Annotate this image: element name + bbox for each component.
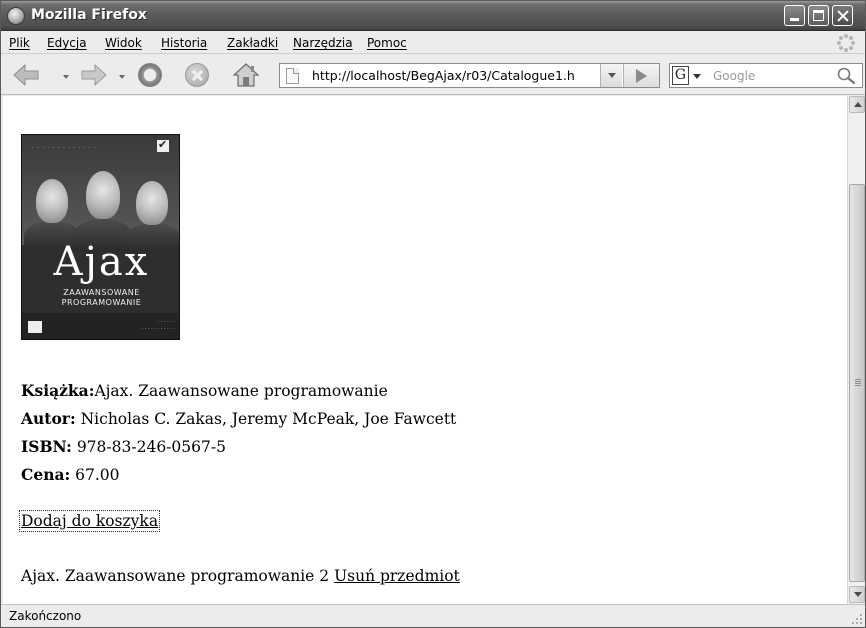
back-arrow-icon[interactable]	[13, 64, 39, 86]
book-author-row: Autor: Nicholas C. Zakas, Jeremy McPeak,…	[21, 405, 456, 433]
close-button[interactable]	[832, 5, 853, 26]
menu-narzedzia[interactable]: Narzędzia	[293, 36, 353, 50]
page-content: · · · · · · · · · · · · · Ajax ZAAWANSOW…	[3, 96, 847, 604]
publisher-logo	[28, 321, 42, 333]
url-input[interactable]: http://localhost/BegAjax/r03/Catalogue1.…	[312, 68, 602, 83]
author-photo	[36, 179, 68, 223]
back-dropdown-icon[interactable]	[63, 75, 69, 79]
search-icon[interactable]	[832, 65, 860, 86]
cover-subtitle: ZAAWANSOWANE PROGRAMOWANIE	[61, 288, 142, 307]
maximize-button[interactable]	[808, 5, 829, 26]
check-icon	[157, 138, 169, 152]
cart-item-text: Ajax. Zaawansowane programowanie 2	[21, 567, 335, 585]
author-photo	[86, 171, 120, 219]
remove-item-link[interactable]: Usuń przedmiot	[334, 567, 460, 585]
throbber-icon	[837, 34, 855, 52]
status-bar: Zakończono	[1, 604, 865, 627]
book-cover-image: · · · · · · · · · · · · · Ajax ZAAWANSOW…	[21, 134, 180, 340]
go-button[interactable]	[623, 64, 659, 87]
minimize-icon	[790, 18, 799, 21]
search-engine-selector[interactable]: G	[672, 66, 710, 85]
menu-plik[interactable]: Plik	[9, 36, 30, 50]
menu-edycja[interactable]: Edycja	[47, 36, 87, 50]
url-bar[interactable]: http://localhost/BegAjax/r03/Catalogue1.…	[279, 63, 660, 88]
grip-icon	[855, 379, 861, 380]
scroll-up-button[interactable]	[849, 96, 865, 113]
resize-grip-icon[interactable]	[851, 613, 863, 625]
book-price-row: Cena: 67.00	[21, 461, 456, 489]
scrollbar-thumb[interactable]	[849, 184, 865, 582]
scroll-down-button[interactable]	[849, 586, 865, 603]
menu-widok[interactable]: Widok	[105, 36, 142, 50]
status-text: Zakończono	[9, 609, 82, 623]
search-box[interactable]: G Google	[669, 63, 863, 88]
title-bar: Mozilla Firefox	[1, 1, 865, 31]
url-history-dropdown[interactable]	[600, 64, 622, 87]
stop-icon[interactable]	[185, 63, 209, 87]
book-title-value: Ajax. Zaawansowane programowanie	[94, 382, 388, 400]
forward-arrow-icon[interactable]	[81, 64, 107, 86]
book-title-row: Książka:Ajax. Zaawansowane programowanie	[21, 377, 456, 405]
navigation-toolbar: http://localhost/BegAjax/r03/Catalogue1.…	[1, 55, 865, 95]
page-icon	[286, 68, 299, 84]
menu-bar: Plik Edycja Widok Historia Zakładki Narz…	[1, 32, 865, 54]
book-isbn-row: ISBN: 978-83-246-0567-5	[21, 433, 456, 461]
cover-authors: · · · · · · · · · · · · · · · · ·	[141, 319, 175, 332]
cover-title: Ajax	[53, 239, 150, 285]
google-icon: G	[672, 66, 689, 85]
cart-item: Ajax. Zaawansowane programowanie 2 Usuń …	[21, 567, 460, 585]
vertical-scrollbar[interactable]	[847, 96, 865, 604]
menu-historia[interactable]: Historia	[161, 36, 207, 50]
book-title-label: Książka:	[21, 381, 95, 400]
menu-pomoc[interactable]: Pomoc	[367, 36, 407, 50]
book-price-label: Cena:	[21, 465, 71, 484]
minimize-button[interactable]	[784, 5, 805, 26]
search-input[interactable]: Google	[713, 69, 755, 83]
book-author-label: Autor:	[21, 409, 76, 428]
book-details: Książka:Ajax. Zaawansowane programowanie…	[21, 377, 456, 489]
maximize-icon	[813, 10, 824, 21]
browser-window: Mozilla Firefox Plik Edycja Widok Histor…	[0, 0, 866, 628]
reload-icon[interactable]	[138, 63, 162, 87]
book-isbn-value: 978-83-246-0567-5	[71, 438, 226, 456]
search-engine-dropdown-icon	[693, 74, 701, 79]
firefox-logo-icon	[7, 7, 25, 25]
book-price-value: 67.00	[70, 466, 120, 484]
add-to-cart-link[interactable]: Dodaj do koszyka	[18, 510, 161, 532]
author-photo	[136, 181, 168, 225]
book-author-value: Nicholas C. Zakas, Jeremy McPeak, Joe Fa…	[75, 410, 457, 428]
forward-dropdown-icon[interactable]	[119, 75, 125, 79]
home-icon[interactable]	[233, 62, 259, 88]
menu-zakladki[interactable]: Zakładki	[227, 36, 278, 50]
book-isbn-label: ISBN:	[21, 437, 72, 456]
window-title: Mozilla Firefox	[31, 7, 147, 23]
